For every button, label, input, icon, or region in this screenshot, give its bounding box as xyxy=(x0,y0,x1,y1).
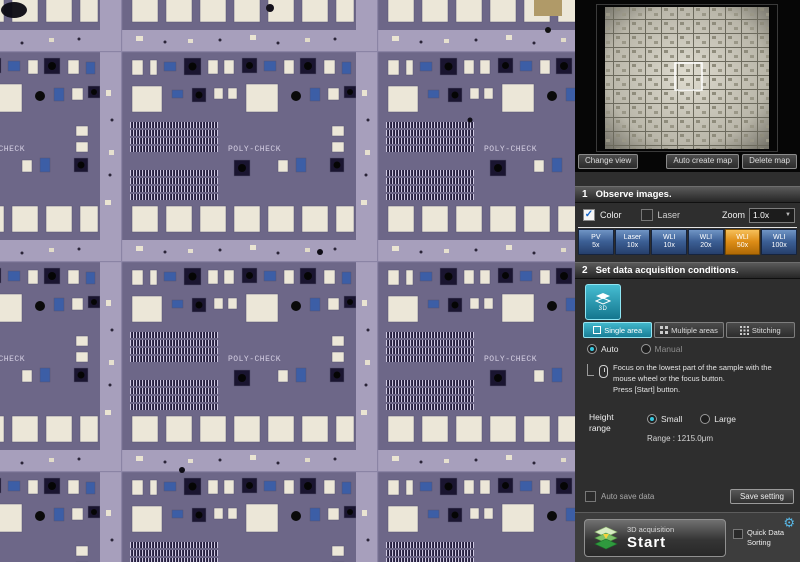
lens-label: PV xyxy=(591,234,600,242)
height-range-radios: Small Large xyxy=(647,414,736,424)
instruction-line: Focus on the lowest part of the sample w… xyxy=(613,362,772,373)
change-view-button[interactable]: Change view xyxy=(578,154,638,169)
auto-radio[interactable] xyxy=(587,344,597,354)
auto-create-map-button[interactable]: Auto create map xyxy=(666,154,739,169)
focus-mode-row: Auto Manual xyxy=(587,344,682,354)
acquisition-section-title: Set data acquisition conditions. xyxy=(596,265,739,276)
app-window: POLY-CHECK xyxy=(0,0,800,562)
lens-label: WLI xyxy=(663,234,675,242)
lens-laser-10x-button[interactable]: Laser 10x xyxy=(615,229,651,255)
instruction-text: Focus on the lowest part of the sample w… xyxy=(613,362,772,395)
zoom-control: Zoom 1.0x ▼ xyxy=(722,208,795,223)
navmap-buttons: Change view Auto create map Delete map xyxy=(578,154,797,169)
tab-stitching[interactable]: Stitching xyxy=(726,322,795,338)
microscope-view[interactable]: POLY-CHECK xyxy=(0,0,575,562)
map-thumbnail[interactable] xyxy=(596,4,778,152)
height-label-line: Height xyxy=(589,412,614,422)
auto-save-checkbox[interactable] xyxy=(585,491,596,502)
tab-single-area[interactable]: Single area xyxy=(583,322,652,338)
tab-label: Stitching xyxy=(752,326,781,335)
grid-3x3-icon xyxy=(740,326,749,335)
lens-mag: 20x xyxy=(700,242,711,250)
settings-gear-icon[interactable]: ⚙ xyxy=(783,516,795,529)
navigation-map: Change view Auto create map Delete map xyxy=(575,0,800,172)
chip-micrograph: POLY-CHECK xyxy=(0,0,575,562)
map-thumbnail-image xyxy=(597,5,777,151)
start-button-text: 3D acquisition Start xyxy=(627,525,674,551)
small-radio[interactable] xyxy=(647,414,657,424)
quick-sort-label: Quick Data Sorting xyxy=(747,528,784,548)
lens-button-row: PV 5x Laser 10x WLI 10x WLI 20x WLI 50x … xyxy=(578,227,797,255)
lens-wli-10x-button[interactable]: WLI 10x xyxy=(651,229,687,255)
tab-label: Multiple areas xyxy=(671,326,718,335)
auto-save-label: Auto save data xyxy=(601,492,654,501)
zoom-select[interactable]: 1.0x ▼ xyxy=(749,208,795,223)
quick-data-sorting: Quick Data Sorting xyxy=(733,528,784,548)
chevron-down-icon: ▼ xyxy=(785,212,791,218)
lens-pv-5x-button[interactable]: PV 5x xyxy=(578,229,614,255)
mouse-icon xyxy=(599,365,608,378)
tab-label: Single area xyxy=(604,326,642,335)
mode-3d-label: 3D xyxy=(599,306,608,312)
lens-label: WLI xyxy=(773,234,785,242)
quick-sort-line: Sorting xyxy=(747,538,771,547)
mode-3d-button[interactable]: 3D xyxy=(585,284,621,320)
acquisition-label: 3D acquisition xyxy=(627,525,674,534)
start-acquisition-button[interactable]: 3D acquisition Start xyxy=(584,519,726,557)
instruction-line: Press [Start] button. xyxy=(613,384,772,395)
color-label: Color xyxy=(600,210,622,220)
lens-mag: 10x xyxy=(664,242,675,250)
single-square-icon xyxy=(593,326,601,334)
large-label: Large xyxy=(714,414,736,424)
tab-multiple-areas[interactable]: Multiple areas xyxy=(654,322,723,338)
range-value: Range : 1215.0μm xyxy=(647,434,713,443)
save-setting-button[interactable]: Save setting xyxy=(730,489,794,504)
lens-mag: 50x xyxy=(737,242,748,250)
elbow-connector xyxy=(587,364,594,376)
lens-wli-50x-button[interactable]: WLI 50x xyxy=(725,229,761,255)
focus-instruction: Focus on the lowest part of the sample w… xyxy=(587,362,797,395)
area-tabs: Single area Multiple areas Stitching xyxy=(583,322,795,338)
acquisition-step-number: 2 xyxy=(582,265,588,276)
laser-label: Laser xyxy=(658,210,681,220)
lens-wli-20x-button[interactable]: WLI 20x xyxy=(688,229,724,255)
lens-mag: 5x xyxy=(592,242,599,250)
observe-section-header: 1 Observe images. xyxy=(575,186,800,203)
auto-label: Auto xyxy=(601,344,619,354)
grid-2x2-icon xyxy=(660,326,668,334)
zoom-value: 1.0x xyxy=(753,210,769,220)
laser-checkbox[interactable] xyxy=(641,209,653,221)
large-radio[interactable] xyxy=(700,414,710,424)
small-label: Small xyxy=(661,414,682,424)
height-range-label: Height range xyxy=(589,412,614,434)
color-checkbox[interactable]: ✓ xyxy=(583,209,595,221)
manual-label: Manual xyxy=(655,344,683,354)
delete-map-button[interactable]: Delete map xyxy=(742,154,797,169)
acquisition-footer: 3D acquisition Start Quick Data Sorting … xyxy=(575,512,800,562)
observe-section-title: Observe images. xyxy=(596,189,672,200)
control-panel: Change view Auto create map Delete map 1… xyxy=(575,0,800,562)
quick-sort-checkbox[interactable] xyxy=(733,529,743,539)
lens-mag: 10x xyxy=(627,242,638,250)
acquisition-layers-icon xyxy=(593,526,619,550)
lens-label: WLI xyxy=(736,234,748,242)
start-label: Start xyxy=(627,534,674,551)
observe-step-number: 1 xyxy=(582,189,588,200)
layers-3d-icon xyxy=(595,293,611,305)
image-mode-row: ✓ Color Laser Zoom 1.0x ▼ xyxy=(583,206,795,224)
lens-label: Laser xyxy=(624,234,642,242)
quick-sort-line: Quick Data xyxy=(747,528,784,537)
lens-label: WLI xyxy=(700,234,712,242)
height-label-line: range xyxy=(589,423,611,433)
save-row: Auto save data Save setting xyxy=(585,488,794,504)
instruction-line: mouse wheel or the focus button. xyxy=(613,373,772,384)
manual-radio[interactable] xyxy=(641,344,651,354)
zoom-label: Zoom xyxy=(722,210,745,220)
lens-mag: 100x xyxy=(772,242,787,250)
lens-wli-100x-button[interactable]: WLI 100x xyxy=(761,229,797,255)
acquisition-section-header: 2 Set data acquisition conditions. xyxy=(575,262,800,279)
